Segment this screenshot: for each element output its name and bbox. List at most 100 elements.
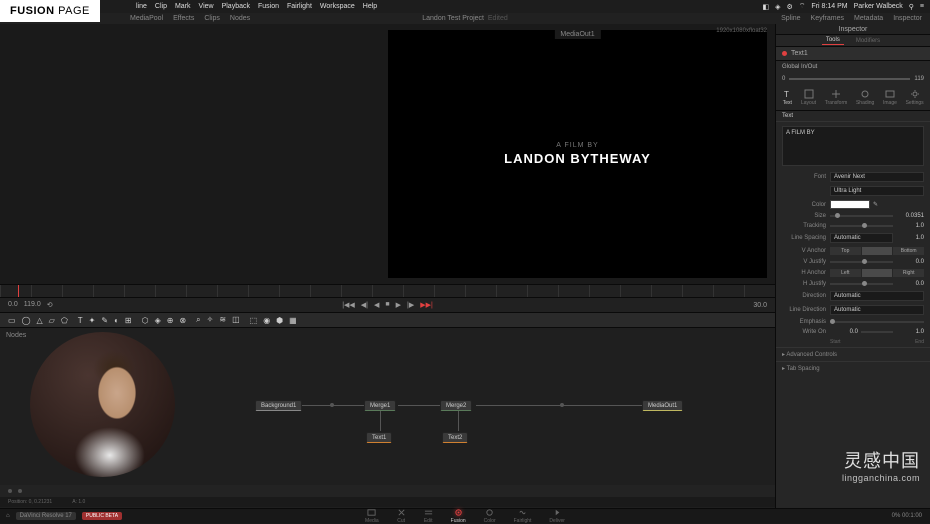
keyframe-dot[interactable] xyxy=(18,489,22,493)
v-justify-slider[interactable] xyxy=(830,261,893,263)
collapse-tab-spacing[interactable]: ▸ Tab Spacing xyxy=(776,361,930,375)
page-tab-color[interactable]: Color xyxy=(484,508,496,524)
menubar-icon[interactable]: ◧ xyxy=(763,3,770,11)
node-text1[interactable]: Text1 xyxy=(366,432,392,443)
tracking-value[interactable]: 1.0 xyxy=(896,223,924,229)
page-tab-cut[interactable]: Cut xyxy=(397,508,406,524)
tool-icon[interactable]: ◯ xyxy=(22,316,31,325)
eyedropper-icon[interactable]: ✎ xyxy=(873,201,878,208)
play-icon[interactable]: ▶ xyxy=(396,301,401,309)
line-spacing-num[interactable]: 1.0 xyxy=(896,235,924,241)
inspector-tab-modifiers[interactable]: Modifiers xyxy=(852,37,884,45)
global-in-value[interactable]: 0 xyxy=(782,76,785,82)
write-on-end[interactable]: 1.0 xyxy=(896,329,924,335)
panel-toggle-clips[interactable]: Clips xyxy=(204,15,220,22)
playhead[interactable] xyxy=(18,285,19,297)
mode-tab-shading[interactable]: Shading xyxy=(856,89,874,106)
menu-item[interactable]: Fusion xyxy=(258,3,279,10)
menu-item[interactable]: line xyxy=(136,3,147,10)
tool-paint-icon[interactable]: ✎ xyxy=(101,316,108,325)
line-spacing-select[interactable]: Automatic xyxy=(830,233,893,243)
v-anchor-center[interactable] xyxy=(862,247,893,255)
node-merge2[interactable]: Merge2 xyxy=(440,400,472,411)
menu-item[interactable]: Clip xyxy=(155,3,167,10)
menu-item[interactable]: View xyxy=(199,3,214,10)
tool-icon[interactable]: ⌕ xyxy=(196,315,200,325)
line-direction-select[interactable]: Automatic xyxy=(830,305,924,315)
h-justify-value[interactable]: 0.0 xyxy=(896,281,924,287)
tool-icon[interactable]: ◐ xyxy=(114,316,119,325)
tool-icon[interactable]: ⊕ xyxy=(167,316,174,325)
menu-item[interactable]: Workspace xyxy=(320,3,355,10)
tracking-slider[interactable] xyxy=(830,225,893,227)
panel-toggle-mediapool[interactable]: MediaPool xyxy=(130,15,163,22)
tool-icon[interactable]: ≋ xyxy=(219,315,226,325)
v-justify-value[interactable]: 0.0 xyxy=(896,259,924,265)
h-anchor-center[interactable] xyxy=(862,269,893,277)
mode-tab-layout[interactable]: Layout xyxy=(801,89,816,106)
menu-icon[interactable]: ≡ xyxy=(920,3,924,10)
size-slider[interactable] xyxy=(830,215,893,217)
menu-item[interactable]: Mark xyxy=(175,3,191,10)
panel-toggle-nodes[interactable]: Nodes xyxy=(230,15,250,22)
tool-icon[interactable]: ⬠ xyxy=(61,316,68,325)
node-text2[interactable]: Text2 xyxy=(442,432,468,443)
stop-icon[interactable]: ■ xyxy=(385,301,389,309)
global-range-slider[interactable] xyxy=(789,78,910,80)
write-on-slider[interactable] xyxy=(861,331,893,333)
tool-icon[interactable]: ⊗ xyxy=(179,316,186,325)
wifi-icon[interactable]: ⌔ xyxy=(799,2,806,11)
text-input[interactable]: A FILM BY xyxy=(782,126,924,166)
page-tab-deliver[interactable]: Deliver xyxy=(549,508,565,524)
go-first-icon[interactable]: |◀◀ xyxy=(342,301,355,309)
next-frame-icon[interactable]: |▶ xyxy=(407,301,414,309)
menubar-icon[interactable]: ⚙ xyxy=(787,3,793,11)
tool-icon[interactable]: ◉ xyxy=(263,316,270,325)
keyframe-bar[interactable] xyxy=(0,485,775,497)
write-on-start[interactable]: 0.0 xyxy=(830,329,858,335)
size-value[interactable]: 0.0351 xyxy=(896,213,924,219)
h-anchor-left[interactable]: Left xyxy=(830,269,861,277)
tool-icon[interactable]: ▭ xyxy=(8,316,16,325)
v-anchor-top[interactable]: Top xyxy=(830,247,861,255)
loop-icon[interactable]: ⟲ xyxy=(47,301,53,309)
page-tab-media[interactable]: Media xyxy=(365,508,379,524)
tool-icon[interactable]: ◈ xyxy=(155,316,161,325)
panel-toggle-effects[interactable]: Effects xyxy=(173,15,194,22)
panel-toggle-inspector[interactable]: Inspector xyxy=(893,15,922,22)
h-justify-slider[interactable] xyxy=(830,283,893,285)
tool-icon[interactable]: ⊞ xyxy=(125,316,132,325)
emphasis-slider[interactable] xyxy=(830,321,924,323)
inspector-tab-tools[interactable]: Tools xyxy=(822,36,844,45)
node-merge1[interactable]: Merge1 xyxy=(364,400,396,411)
inspector-node-header[interactable]: Text1 xyxy=(776,47,930,61)
global-out-value[interactable]: 119 xyxy=(914,76,924,82)
mode-tab-settings[interactable]: Settings xyxy=(906,89,924,106)
play-reverse-icon[interactable]: ◀ xyxy=(374,301,379,309)
viewer-right[interactable]: MediaOut1 A FILM BY LANDON BYTHEWAY xyxy=(388,30,767,278)
collapse-advanced[interactable]: ▸ Advanced Controls xyxy=(776,347,930,361)
tool-icon[interactable]: △ xyxy=(37,316,43,325)
home-icon[interactable]: ⌂ xyxy=(6,513,10,519)
panel-toggle-spline[interactable]: Spline xyxy=(781,15,800,22)
search-icon[interactable]: ⚲ xyxy=(909,3,914,11)
timeline-ruler[interactable] xyxy=(0,284,775,298)
h-anchor-right[interactable]: Right xyxy=(893,269,924,277)
keyframe-dot[interactable] xyxy=(8,489,12,493)
color-swatch[interactable] xyxy=(830,200,870,209)
node-mediaout[interactable]: MediaOut1 xyxy=(642,400,683,411)
mode-tab-transform[interactable]: Transform xyxy=(825,89,848,106)
mode-tab-text[interactable]: TText xyxy=(782,89,792,106)
v-anchor-bottom[interactable]: Bottom xyxy=(893,247,924,255)
mode-tab-image[interactable]: Image xyxy=(883,89,897,106)
node-background[interactable]: Background1 xyxy=(255,400,302,411)
direction-select[interactable]: Automatic xyxy=(830,291,924,301)
font-weight-select[interactable]: Ultra Light xyxy=(830,186,924,196)
page-tab-edit[interactable]: Edit xyxy=(424,508,433,524)
panel-toggle-metadata[interactable]: Metadata xyxy=(854,15,883,22)
menu-item[interactable]: Help xyxy=(363,3,377,10)
tool-icon[interactable]: ⬚ xyxy=(250,316,258,325)
menu-item[interactable]: Fairlight xyxy=(287,3,312,10)
tool-icon[interactable]: ✧ xyxy=(207,315,214,325)
panel-toggle-keyframes[interactable]: Keyframes xyxy=(811,15,844,22)
